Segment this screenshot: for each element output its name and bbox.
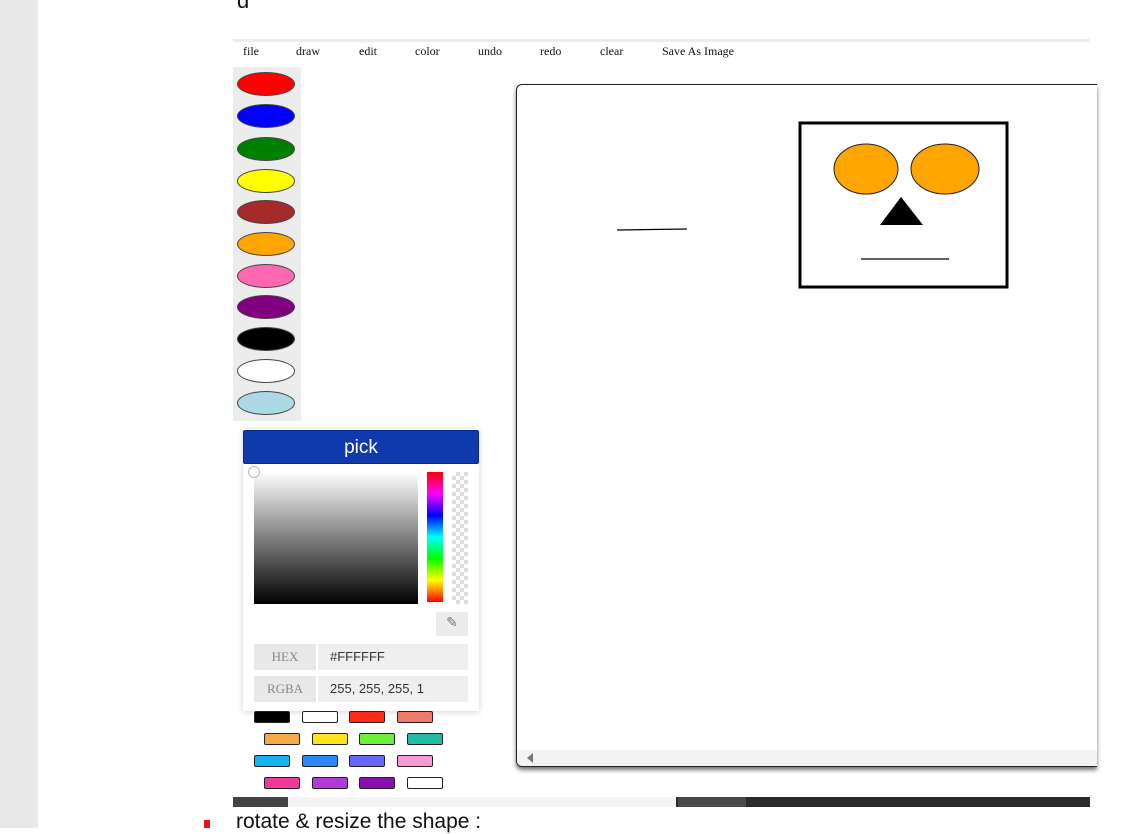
- menu-edit[interactable]: edit: [359, 44, 415, 62]
- swatch-yellow[interactable]: [237, 169, 295, 193]
- preset-swatch[interactable]: [349, 755, 385, 767]
- hex-input[interactable]: #FFFFFF: [318, 644, 468, 670]
- menu-draw[interactable]: draw: [296, 44, 359, 62]
- menu-color[interactable]: color: [415, 44, 478, 62]
- rgba-label: RGBA: [254, 676, 316, 702]
- preset-swatch[interactable]: [407, 777, 443, 789]
- pick-button[interactable]: pick: [243, 430, 479, 464]
- hex-label: HEX: [254, 644, 316, 670]
- taskbar-start[interactable]: [233, 797, 288, 807]
- preset-swatch[interactable]: [302, 755, 338, 767]
- preset-swatch[interactable]: [254, 755, 290, 767]
- left-eye-ellipse[interactable]: [833, 143, 899, 195]
- menubar: file draw edit color undo redo clear Sav…: [243, 44, 734, 62]
- swatch-purple[interactable]: [237, 295, 295, 319]
- saturation-area[interactable]: [254, 472, 418, 604]
- eyedropper-icon[interactable]: ✎: [436, 612, 468, 636]
- swatch-brown[interactable]: [237, 200, 295, 224]
- preset-swatch[interactable]: [312, 733, 348, 745]
- menu-file[interactable]: file: [243, 44, 296, 62]
- menu-redo[interactable]: redo: [540, 44, 600, 62]
- swatch-white[interactable]: [237, 359, 295, 383]
- menubar-divider: [233, 39, 1090, 42]
- nose-triangle[interactable]: [880, 197, 923, 225]
- swatch-blue[interactable]: [237, 104, 295, 128]
- preset-swatch[interactable]: [359, 733, 395, 745]
- swatch-pink[interactable]: [237, 264, 295, 288]
- preset-swatch[interactable]: [359, 777, 395, 789]
- hue-slider[interactable]: [427, 472, 443, 602]
- preset-swatch[interactable]: [407, 733, 443, 745]
- scroll-left-icon[interactable]: [527, 753, 533, 763]
- preset-swatch[interactable]: [312, 777, 348, 789]
- saturation-handle[interactable]: [248, 466, 260, 478]
- alpha-slider[interactable]: [452, 472, 468, 604]
- swatch-black[interactable]: [237, 327, 295, 351]
- preset-swatch[interactable]: [397, 755, 433, 767]
- menu-clear[interactable]: clear: [600, 44, 662, 62]
- swatch-red[interactable]: [237, 72, 295, 96]
- swatch-light-blue[interactable]: [237, 391, 295, 415]
- drawing-canvas[interactable]: [516, 84, 1097, 767]
- bullet-marker: [204, 820, 210, 828]
- swatch-orange[interactable]: [237, 232, 295, 256]
- preset-swatch[interactable]: [349, 711, 385, 723]
- menu-undo[interactable]: undo: [478, 44, 540, 62]
- canvas-scrollbar[interactable]: [517, 750, 1097, 766]
- taskbar-app[interactable]: [678, 797, 746, 807]
- rgba-input[interactable]: 255, 255, 255, 1: [318, 676, 468, 702]
- right-eye-ellipse[interactable]: [910, 143, 980, 195]
- freehand-line[interactable]: [616, 228, 688, 231]
- canvas-shapes: [616, 121, 1009, 289]
- taskbar-search[interactable]: [288, 797, 676, 807]
- menu-save-as-image[interactable]: Save As Image: [662, 44, 734, 62]
- heading-fragment: g: [237, 0, 267, 8]
- color-preview: [254, 612, 430, 636]
- page-gutter: [0, 0, 38, 828]
- preset-swatch[interactable]: [264, 733, 300, 745]
- preset-swatch[interactable]: [264, 777, 300, 789]
- preset-swatch[interactable]: [302, 711, 338, 723]
- swatch-green[interactable]: [237, 137, 295, 161]
- preset-swatch[interactable]: [254, 711, 290, 723]
- caption-text: rotate & resize the shape :: [236, 810, 482, 833]
- preset-swatch[interactable]: [397, 711, 433, 723]
